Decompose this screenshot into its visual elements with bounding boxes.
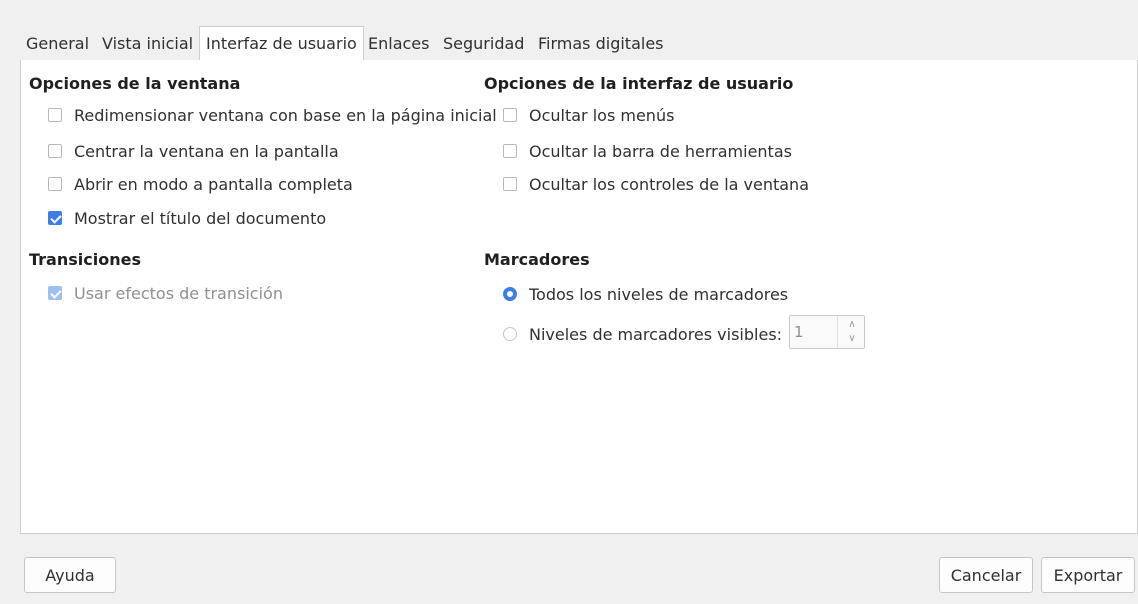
checkbox-label: Redimensionar ventana con base en la pág… <box>74 105 497 125</box>
radio-label: Niveles de marcadores visibles: <box>529 324 783 344</box>
bookmark-levels-input[interactable]: 1 <box>790 316 838 348</box>
checkbox-label: Ocultar los menús <box>529 105 675 125</box>
checkbox-checked-icon <box>48 286 62 300</box>
window-options-title: Opciones de la ventana <box>29 74 241 93</box>
checkbox-icon <box>48 108 62 122</box>
tab-content-panel: Opciones de la ventana Redimensionar ven… <box>20 60 1138 534</box>
show-document-title-checkbox[interactable]: Mostrar el título del documento <box>48 207 326 229</box>
checkbox-label: Ocultar los controles de la ventana <box>529 174 809 194</box>
checkbox-label: Centrar la ventana en la pantalla <box>74 141 339 161</box>
bookmarks-title: Marcadores <box>484 250 590 269</box>
hide-window-controls-checkbox[interactable]: Ocultar los controles de la ventana <box>503 173 809 195</box>
tab-interfaz-de-usuario[interactable]: Interfaz de usuario <box>199 26 364 61</box>
tab-enlaces[interactable]: Enlaces <box>362 28 435 60</box>
transitions-title: Transiciones <box>29 250 141 269</box>
checkbox-icon <box>48 177 62 191</box>
checkbox-icon <box>503 144 517 158</box>
checkbox-label: Mostrar el título del documento <box>74 208 327 228</box>
checkbox-checked-icon <box>48 211 62 225</box>
checkbox-label: Abrir en modo a pantalla completa <box>74 174 353 194</box>
export-button[interactable]: Exportar <box>1041 557 1135 593</box>
tab-seguridad[interactable]: Seguridad <box>437 28 530 60</box>
chevron-up-icon[interactable]: ∧ <box>845 318 859 332</box>
checkbox-icon <box>503 108 517 122</box>
radio-label: Todos los niveles de marcadores <box>529 284 789 304</box>
checkbox-label: Ocultar la barra de herramientas <box>529 141 792 161</box>
radio-selected-icon <box>503 287 517 301</box>
checkbox-label: Usar efectos de transición <box>74 283 283 303</box>
hide-menus-checkbox[interactable]: Ocultar los menús <box>503 104 674 126</box>
bookmark-levels-spinbox[interactable]: 1 ∧ ∨ <box>789 315 865 349</box>
chevron-down-icon[interactable]: ∨ <box>845 332 859 346</box>
checkbox-icon <box>48 144 62 158</box>
tab-vista-inicial[interactable]: Vista inicial <box>96 28 199 60</box>
tab-bar: General Vista inicial Interfaz de usuari… <box>20 22 1138 61</box>
tab-general[interactable]: General <box>20 28 95 60</box>
tab-firmas-digitales[interactable]: Firmas digitales <box>532 28 670 60</box>
help-button[interactable]: Ayuda <box>24 557 116 593</box>
center-window-checkbox[interactable]: Centrar la ventana en la pantalla <box>48 140 339 162</box>
visible-bookmark-levels-radio[interactable]: Niveles de marcadores visibles: <box>503 323 782 345</box>
all-bookmark-levels-radio[interactable]: Todos los niveles de marcadores <box>503 283 788 305</box>
resize-window-checkbox[interactable]: Redimensionar ventana con base en la pág… <box>48 104 497 126</box>
ui-options-title: Opciones de la interfaz de usuario <box>484 74 794 93</box>
checkbox-icon <box>503 177 517 191</box>
transition-effects-checkbox[interactable]: Usar efectos de transición <box>48 282 283 304</box>
hide-toolbar-checkbox[interactable]: Ocultar la barra de herramientas <box>503 140 792 162</box>
radio-icon <box>503 327 517 341</box>
fullscreen-checkbox[interactable]: Abrir en modo a pantalla completa <box>48 173 353 195</box>
cancel-button[interactable]: Cancelar <box>939 557 1033 593</box>
